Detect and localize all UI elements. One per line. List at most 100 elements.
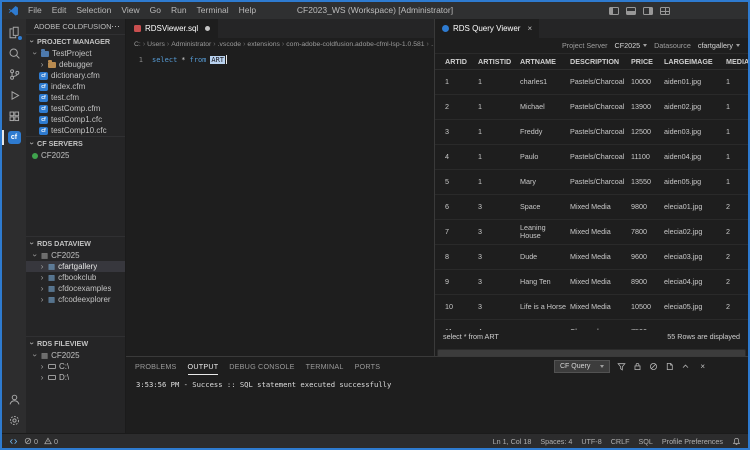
coldfusion-builder-icon[interactable]: cf [2,127,26,148]
table-row[interactable]: 10 3 Life is a Horse Mixed Media 10500 elecia… [435,295,748,320]
clear-output-icon[interactable] [649,362,658,371]
warnings-status[interactable]: 0 [44,437,58,446]
drive-d[interactable]: D:\ [26,372,125,383]
lock-scroll-icon[interactable] [633,362,642,371]
cf-servers-header[interactable]: CF SERVERS [26,137,125,150]
editor-tab-rdsviewer-sql[interactable]: RDSViewer.sql [126,19,219,38]
project-server-select[interactable]: CF2025 [615,41,648,50]
close-icon[interactable] [527,24,532,33]
panel-tab-debug-console[interactable]: DEBUG CONSOLE [229,358,294,375]
breadcrumb-item-administrator[interactable]: Administrator [171,41,211,48]
panel-tab-output[interactable]: OUTPUT [188,358,219,375]
column-header-artname[interactable]: ARTNAME [520,57,570,66]
column-header-largeimage[interactable]: LARGEIMAGE [664,57,726,66]
project-root-testproject[interactable]: TestProject [26,48,125,59]
project-item-index-cfm[interactable]: index.cfm [26,81,125,92]
breadcrumb-item-vscode[interactable]: .vscode [218,41,241,48]
column-header-price[interactable]: PRICE [631,57,664,66]
project-item-dictionary-cfm[interactable]: dictionary.cfm [26,70,125,81]
table-row[interactable]: 9 3 Hang Ten Mixed Media 8900 elecia04.jpg 2 [435,270,748,295]
maximize-panel-chevron-icon[interactable] [681,362,690,371]
accounts-icon[interactable] [2,389,26,410]
panel-tab-terminal[interactable]: TERMINAL [306,358,344,375]
search-icon[interactable] [2,43,26,64]
code-editor[interactable]: 1 select * from ART [126,51,434,356]
source-control-icon[interactable] [2,64,26,85]
panel-tab-problems[interactable]: PROBLEMS [135,358,177,375]
project-item-debugger[interactable]: debugger [26,59,125,70]
status-ln-1-col-18[interactable]: Ln 1, Col 18 [493,437,532,446]
rds-dataview-header[interactable]: RDS DATAVIEW [26,237,125,250]
table-row[interactable]: 3 1 Freddy Pastels/Charcoal 12500 aiden03.jpg… [435,120,748,145]
toggle-primary-sidebar-icon[interactable] [609,6,619,15]
status-utf-8[interactable]: UTF-8 [581,437,601,446]
table-row[interactable]: 7 3 Leaning House Mixed Media 7800 elecia02.j… [435,220,748,245]
menu-selection[interactable]: Selection [71,2,116,19]
notifications-bell-icon[interactable] [732,437,741,446]
customize-layout-icon[interactable] [660,6,670,15]
menu-go[interactable]: Go [145,2,166,19]
datasource-cfdocexamples[interactable]: cfdocexamples [26,283,125,294]
status-profile-preferences[interactable]: Profile Preferences [662,437,723,446]
column-header-description[interactable]: DESCRIPTION [570,57,631,66]
column-header-artid[interactable]: ARTID [445,57,478,66]
breadcrumb-item-com-adobe-coldfusion-adobe-cfml-lsp-1-0-581[interactable]: com-adobe-coldfusion.adobe-cfml-lsp-1.0.… [286,41,424,48]
datasource-cfartgallery[interactable]: cfartgallery [26,261,125,272]
extensions-icon[interactable] [2,106,26,127]
table-row[interactable]: 6 3 Space Mixed Media 9800 elecia01.jpg 2 [435,195,748,220]
menu-file[interactable]: File [23,2,47,19]
menu-run[interactable]: Run [166,2,192,19]
toggle-panel-icon[interactable] [626,6,636,15]
project-item-testcomp-cfm[interactable]: testComp.cfm [26,103,125,114]
cell-artistid: 3 [478,302,482,311]
project-item-testcomp10-cfc[interactable]: testComp10.cfc [26,125,125,136]
table-row[interactable]: 1 1 charles1 Pastels/Charcoal 10000 aiden01.j… [435,70,748,95]
more-actions-icon[interactable] [111,21,120,32]
project-item-test-cfm[interactable]: test.cfm [26,92,125,103]
settings-gear-icon[interactable] [2,410,26,431]
breadcrumb-item-c[interactable]: C: [134,41,141,48]
status-crlf[interactable]: CRLF [611,437,630,446]
folder-icon [48,59,56,68]
chevron-down-icon [28,241,37,247]
drive-c[interactable]: C:\ [26,361,125,372]
server-item-cf2025[interactable]: CF2025 [26,150,125,161]
project-item-testcomp1-cfc[interactable]: testComp1.cfc [26,114,125,125]
rds-fileview-header[interactable]: RDS FILEVIEW [26,337,125,350]
toggle-secondary-sidebar-icon[interactable] [643,6,653,15]
menu-edit[interactable]: Edit [47,2,72,19]
fileview-server-cf2025[interactable]: CF2025 [26,350,125,361]
status-spaces-4[interactable]: Spaces: 4 [540,437,572,446]
table-row[interactable]: 4 1 Paulo Pastels/Charcoal 11100 aiden04.jpg 1 [435,145,748,170]
output-content[interactable]: 3:53:56 PM - Success :: SQL statement ex… [126,375,748,433]
menu-terminal[interactable]: Terminal [192,2,234,19]
close-panel-icon[interactable] [700,362,705,371]
column-header-media[interactable]: MEDIA [726,57,748,66]
breadcrumb-item-users[interactable]: Users [147,41,165,48]
run-and-debug-icon[interactable] [2,85,26,106]
open-in-editor-icon[interactable] [665,362,674,371]
datasource-cfcodeexplorer[interactable]: cfcodeexplorer [26,294,125,305]
explorer-icon[interactable] [2,22,26,43]
breadcrumb-item-extensions[interactable]: extensions [247,41,280,48]
project-manager-header[interactable]: PROJECT MANAGER [26,35,125,48]
modified-indicator[interactable] [205,26,211,31]
panel-tab-ports[interactable]: PORTS [355,358,381,375]
output-channel-select[interactable]: CF Query [553,359,611,373]
status-sql[interactable]: SQL [638,437,652,446]
errors-status[interactable]: 0 [24,437,38,446]
table-row[interactable]: 2 1 Michael Pastels/Charcoal 13900 aiden02.jp… [435,95,748,120]
column-header-artistid[interactable]: ARTISTID [478,57,520,66]
chevron-right-icon [39,295,45,304]
dataview-server-cf2025[interactable]: CF2025 [26,250,125,261]
table-row[interactable]: 114Charcoal7500 [435,320,748,330]
table-row[interactable]: 8 3 Dude Mixed Media 9600 elecia03.jpg 2 [435,245,748,270]
remote-indicator-icon[interactable] [9,437,18,446]
menu-view[interactable]: View [116,2,144,19]
table-row[interactable]: 5 1 Mary Pastels/Charcoal 13550 aiden05.jpg 1 [435,170,748,195]
tab-rds-query-viewer[interactable]: RDS Query Viewer [435,19,540,38]
menu-help[interactable]: Help [234,2,261,19]
filter-icon[interactable] [617,362,627,371]
datasource-select[interactable]: cfartgallery [698,41,740,50]
datasource-cfbookclub[interactable]: cfbookclub [26,272,125,283]
